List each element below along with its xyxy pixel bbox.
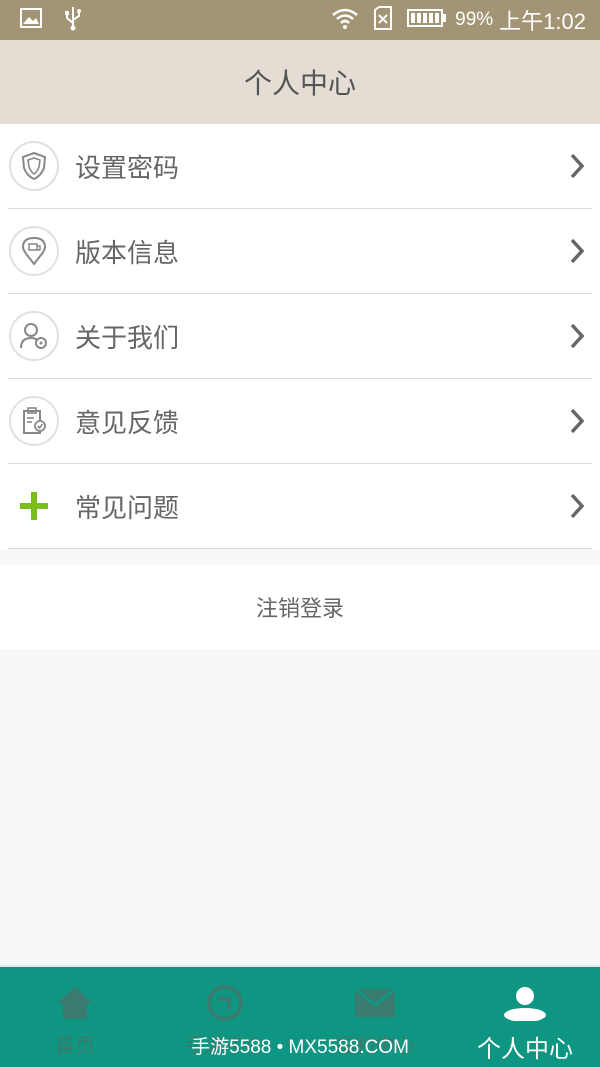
battery-icon [407, 8, 447, 32]
no-sim-icon [373, 6, 393, 34]
chevron-right-icon [566, 151, 588, 181]
chevron-right-icon [566, 236, 588, 266]
usb-icon [64, 5, 82, 35]
shield-icon [9, 141, 59, 191]
menu-item-about-us[interactable]: 关于我们 [8, 294, 592, 379]
clipboard-icon [9, 396, 59, 446]
image-icon [20, 8, 42, 32]
menu-item-label: 常见问题 [75, 493, 180, 524]
chevron-right-icon [566, 406, 588, 436]
plus-icon [9, 481, 59, 531]
tab-label: 首页 [55, 1033, 95, 1057]
location-pin-icon [9, 226, 59, 276]
tab-personal-center[interactable]: 个人中心 [450, 967, 600, 1067]
home-icon [55, 985, 95, 1025]
tab-welfare-center[interactable]: 福利中心 [300, 967, 450, 1067]
menu-item-feedback[interactable]: 意见反馈 [8, 379, 592, 464]
battery-percent: 99% [455, 9, 494, 30]
menu-item-version-info[interactable]: 版本信息 [8, 209, 592, 294]
menu-item-label: 版本信息 [75, 238, 180, 269]
header: 个人中心 [0, 40, 600, 124]
logout-button[interactable]: 注销登录 [0, 565, 600, 649]
menu-item-label: 关于我们 [75, 323, 180, 354]
mail-icon [353, 985, 397, 1025]
chevron-right-icon [566, 321, 588, 351]
page-title: 个人中心 [243, 67, 356, 100]
person-icon [502, 985, 548, 1025]
menu-item-set-password[interactable]: 设置密码 [8, 124, 592, 209]
menu-list: 设置密码 版本信息 关于我们 意见反馈 常见问题 [0, 124, 600, 549]
wifi-icon [331, 7, 359, 33]
status-bar: 99% 上午1:02 [0, 0, 600, 40]
bottom-tab-bar: 首页 手游中心 福利中心 个人中心 [0, 965, 600, 1067]
logout-label: 注销登录 [255, 597, 344, 622]
chevron-right-icon [566, 491, 588, 521]
compass-icon [205, 985, 245, 1025]
menu-item-label: 意见反馈 [75, 408, 180, 439]
user-settings-icon [9, 311, 59, 361]
tab-label: 手游中心 [185, 1033, 265, 1057]
tab-game-center[interactable]: 手游中心 [150, 967, 300, 1067]
tab-home[interactable]: 首页 [0, 967, 150, 1067]
menu-item-faq[interactable]: 常见问题 [8, 464, 592, 549]
clock: 上午1:02 [499, 9, 586, 34]
menu-item-label: 设置密码 [75, 153, 180, 184]
tab-label: 个人中心 [477, 1035, 573, 1063]
tab-label: 福利中心 [335, 1033, 415, 1057]
